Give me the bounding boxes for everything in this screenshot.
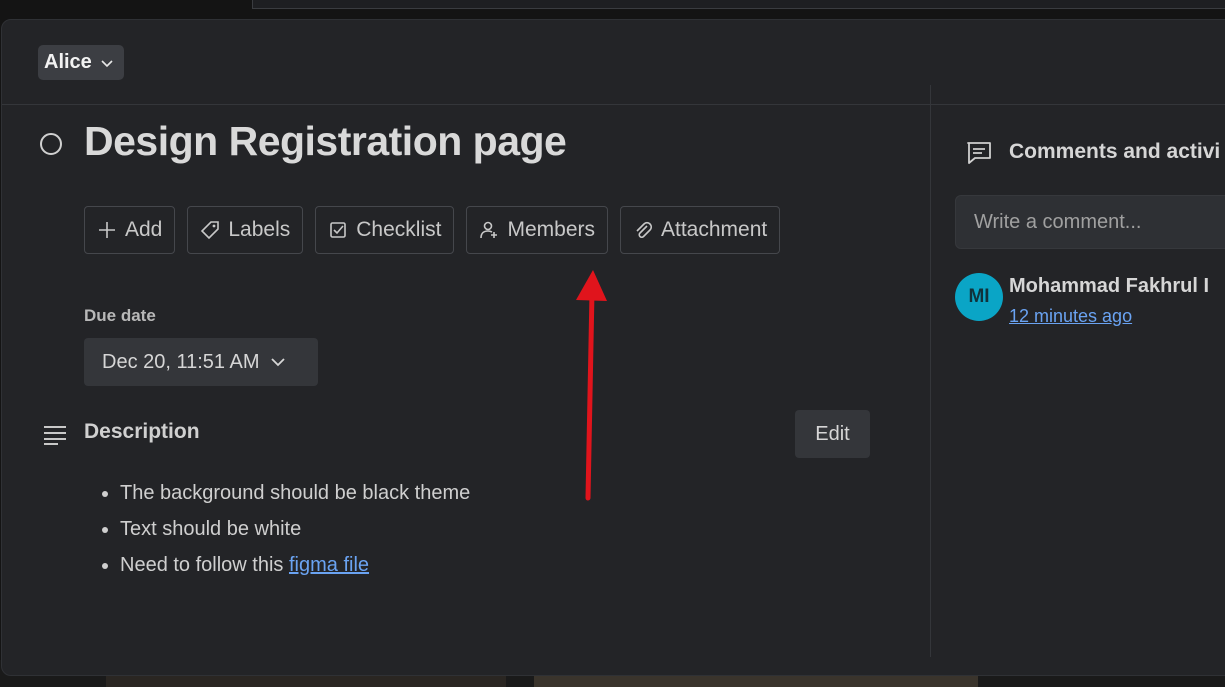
checklist-button[interactable]: Checklist xyxy=(315,206,455,254)
figma-file-link[interactable]: figma file xyxy=(289,554,369,576)
board-select[interactable]: Alice xyxy=(38,45,124,80)
tag-icon xyxy=(201,221,220,240)
list-item-text: Need to follow this xyxy=(120,554,289,576)
paperclip-icon xyxy=(636,221,653,239)
card-title[interactable]: Design Registration page xyxy=(84,118,567,165)
avatar[interactable]: MI xyxy=(955,273,1003,321)
attachment-button-label: Attachment xyxy=(661,218,768,241)
comments-sidebar xyxy=(930,85,1225,657)
description-list: The background should be black theme Tex… xyxy=(84,475,470,583)
card-actions: Add Labels Checklist Members Attachment xyxy=(84,206,781,254)
comment-icon xyxy=(967,142,991,164)
backdrop-top-bar xyxy=(252,0,1225,9)
edit-description-button[interactable]: Edit xyxy=(795,410,870,458)
checklist-button-label: Checklist xyxy=(356,218,442,241)
text-lines-icon xyxy=(44,426,66,445)
due-date-label: Due date xyxy=(84,306,156,325)
labels-button[interactable]: Labels xyxy=(187,206,304,254)
add-button-label: Add xyxy=(125,218,163,241)
annotation-arrow-icon xyxy=(576,270,607,501)
add-button[interactable]: Add xyxy=(84,206,176,254)
chevron-down-icon xyxy=(101,59,113,67)
board-select-label: Alice xyxy=(44,51,92,73)
description-title: Description xyxy=(84,420,200,443)
list-item: The background should be black theme xyxy=(120,475,470,511)
labels-button-label: Labels xyxy=(228,218,291,241)
plus-icon xyxy=(99,222,115,238)
chevron-down-icon xyxy=(270,358,285,367)
due-date-value: Dec 20, 11:51 AM xyxy=(102,350,260,373)
activity-author: Mohammad Fakhrul I xyxy=(1009,275,1210,297)
members-button-label: Members xyxy=(507,218,595,241)
card-status-toggle[interactable] xyxy=(40,133,62,155)
attachment-button[interactable]: Attachment xyxy=(620,206,781,254)
user-plus-icon xyxy=(480,221,498,239)
due-date-select[interactable]: Dec 20, 11:51 AM xyxy=(84,338,318,386)
activity-timestamp-link[interactable]: 12 minutes ago xyxy=(1009,306,1132,327)
list-item: Text should be white xyxy=(120,511,470,547)
members-button[interactable]: Members xyxy=(466,206,608,254)
checkbox-icon xyxy=(330,222,347,238)
comment-input[interactable] xyxy=(955,195,1225,249)
list-item: Need to follow this figma file xyxy=(120,547,470,583)
comments-title: Comments and activi xyxy=(1009,140,1221,163)
